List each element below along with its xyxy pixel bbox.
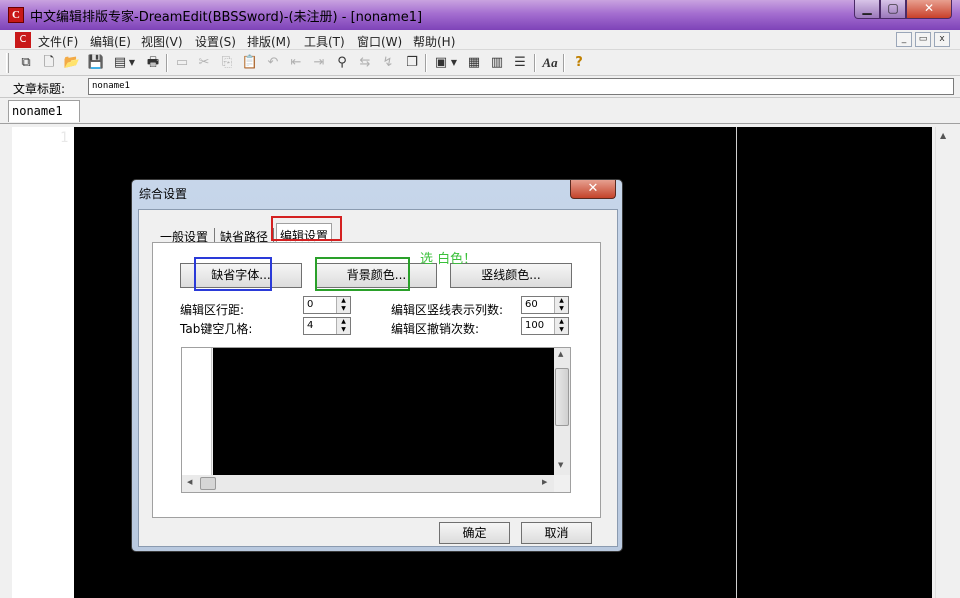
indent-icon[interactable]: ⇤ [286, 53, 306, 73]
save-icon[interactable]: 💾 [86, 53, 106, 73]
menu-bar: C 文件(F) 编辑(E) 视图(V) 设置(S) 排版(M) 工具(T) 窗口… [0, 30, 960, 50]
preview-pane: ▲ ▼ ◀ ▶ [181, 347, 571, 493]
columns-icon[interactable]: ▥ [487, 53, 507, 73]
scroll-thumb[interactable] [555, 368, 569, 426]
scroll-left-icon[interactable]: ◀ [187, 478, 192, 486]
maximize-button[interactable]: ▢ [880, 0, 906, 19]
annotation-blue-box [194, 257, 272, 291]
line-spacing-value: 0 [307, 299, 314, 310]
spin-down-icon[interactable]: ▼ [555, 326, 568, 334]
line-gutter [12, 127, 74, 598]
toolbar-separator [563, 54, 565, 72]
spin-up-icon[interactable]: ▲ [337, 297, 350, 305]
article-title-label: 文章标题: [13, 82, 66, 96]
vline-column-value: 60 [525, 299, 538, 310]
annotation-green-box [315, 257, 410, 291]
window-title: 中文编辑排版专家-DreamEdit(BBSSword)-(未注册) - [no… [30, 10, 423, 25]
clipboard-icon[interactable]: ❐ [402, 53, 422, 73]
help-icon[interactable]: ? [569, 53, 589, 73]
scroll-up-icon[interactable]: ▲ [940, 131, 946, 140]
toolbar: ⧉ 🗋 📂 💾 ▤ ▼ 🖶 ▭ ✂ ⎘ 📋 ↶ ⇤ ⇥ ⚲ ⇆ ↯ ❐ ▣ ▼ … [0, 50, 960, 76]
mdi-restore-button[interactable]: ▭ [915, 32, 931, 47]
spin-up-icon[interactable]: ▲ [555, 318, 568, 326]
toolbar-separator [534, 54, 536, 72]
menu-tools[interactable]: 工具(T) [304, 33, 345, 50]
list-icon[interactable]: ☰ [510, 53, 530, 73]
tab-spaces-value: 4 [307, 320, 314, 331]
annotation-note: 选 白色！ [420, 252, 477, 267]
spin-up-icon[interactable]: ▲ [337, 318, 350, 326]
close-button[interactable]: ✕ [906, 0, 952, 19]
print-icon[interactable]: 🖶 [143, 53, 163, 73]
mdi-minimize-button[interactable]: _ [896, 32, 912, 47]
app-logo-icon[interactable]: C [8, 7, 24, 23]
menu-view[interactable]: 视图(V) [141, 33, 183, 50]
menu-window[interactable]: 窗口(W) [357, 33, 402, 50]
chevron-down-icon[interactable]: ▼ [449, 53, 459, 73]
title-bar: C 中文编辑排版专家-DreamEdit(BBSSword)-(未注册) - [… [0, 0, 960, 30]
outdent-icon[interactable]: ⇥ [309, 53, 329, 73]
font-icon[interactable]: Aa [540, 53, 560, 73]
column-guide-line [736, 127, 737, 598]
spin-up-icon[interactable]: ▲ [555, 297, 568, 305]
scroll-up-icon[interactable]: ▲ [558, 350, 563, 358]
find-next-icon[interactable]: ↯ [378, 53, 398, 73]
scroll-down-icon[interactable]: ▼ [558, 461, 563, 469]
toolbar-grip[interactable] [6, 53, 9, 73]
preview-gutter [182, 348, 212, 475]
ok-button[interactable]: 确定 [439, 522, 510, 544]
replace-icon[interactable]: ⇆ [355, 53, 375, 73]
line-spacing-stepper[interactable]: 0 ▲ ▼ [303, 296, 351, 314]
spin-down-icon[interactable]: ▼ [337, 305, 350, 313]
page-icon[interactable]: ▭ [172, 53, 192, 73]
tab-noname1[interactable]: noname1 [8, 100, 80, 122]
open-folder-icon[interactable]: 📂 [62, 53, 82, 73]
scroll-right-icon[interactable]: ▶ [542, 478, 547, 486]
vertical-scrollbar[interactable]: ▲ [935, 127, 952, 598]
document-tab-bar: noname1 [0, 98, 960, 124]
chevron-down-icon[interactable]: ▼ [127, 53, 137, 73]
menu-layout[interactable]: 排版(M) [247, 33, 291, 50]
spin-down-icon[interactable]: ▼ [337, 326, 350, 334]
preview-text-area [213, 348, 554, 475]
annotation-red-box [271, 216, 342, 241]
spin-down-icon[interactable]: ▼ [555, 305, 568, 313]
article-title-input[interactable]: noname1 [88, 78, 954, 95]
menu-settings[interactable]: 设置(S) [195, 33, 236, 50]
vline-column-stepper[interactable]: 60 ▲ ▼ [521, 296, 569, 314]
menu-file[interactable]: 文件(F) [38, 33, 78, 50]
line-number: 1 [60, 130, 69, 146]
new-file-icon[interactable]: 🗋 [39, 53, 59, 73]
dialog-title: 综合设置 [139, 187, 188, 201]
menu-help[interactable]: 帮助(H) [413, 33, 455, 50]
copy-windows-icon[interactable]: ⧉ [16, 53, 36, 73]
undo-icon[interactable]: ↶ [263, 53, 283, 73]
paste-icon[interactable]: 📋 [240, 53, 260, 73]
minimize-button[interactable]: ▁ [854, 0, 880, 19]
preview-vertical-scrollbar[interactable]: ▲ ▼ [554, 348, 570, 475]
article-title-bar: 文章标题: noname1 [0, 76, 960, 98]
toolbar-separator [425, 54, 427, 72]
scroll-thumb[interactable] [200, 477, 216, 490]
toolbar-separator [166, 54, 168, 72]
dialog-close-button[interactable]: ✕ [570, 180, 616, 199]
settings-dialog: 综合设置 ✕ 一般设置 缺省路径 编辑设置 缺省字体... 背景颜色... 竖线… [131, 179, 623, 552]
layout-icon[interactable]: ▦ [464, 53, 484, 73]
document-icon[interactable]: C [15, 32, 31, 48]
undo-count-value: 100 [525, 320, 545, 331]
find-icon[interactable]: ⚲ [332, 53, 352, 73]
tab-spaces-label: Tab键空几格: [180, 322, 253, 336]
mdi-close-button[interactable]: x [934, 32, 950, 47]
tab-spaces-stepper[interactable]: 4 ▲ ▼ [303, 317, 351, 335]
undo-count-stepper[interactable]: 100 ▲ ▼ [521, 317, 569, 335]
copy-icon[interactable]: ⎘ [217, 53, 237, 73]
undo-count-label: 编辑区撤销次数: [391, 322, 480, 336]
vline-column-label: 编辑区竖线表示列数: [391, 303, 504, 317]
cut-icon[interactable]: ✂ [194, 53, 214, 73]
view-icon[interactable]: ▣ [431, 53, 451, 73]
line-spacing-label: 编辑区行距: [180, 303, 245, 317]
menu-edit[interactable]: 编辑(E) [90, 33, 131, 50]
preview-horizontal-scrollbar[interactable]: ◀ ▶ [182, 475, 554, 492]
cancel-button[interactable]: 取消 [521, 522, 592, 544]
